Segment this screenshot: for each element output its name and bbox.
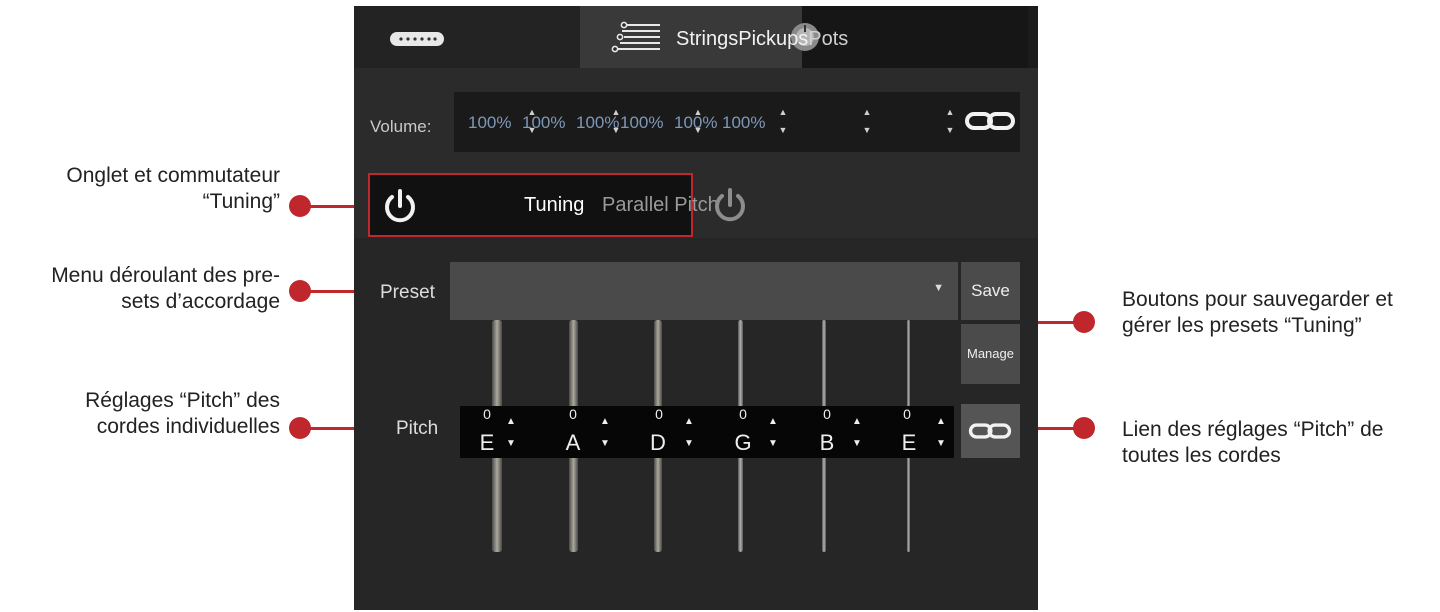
annotation-pitch-link: Lien des réglages “Pitch” de toutes les …	[1122, 417, 1384, 469]
annotation-pitch-settings: Réglages “Pitch” des cordes individuelle…	[85, 388, 280, 440]
volume-spinner[interactable]: ▲ ▼	[693, 108, 703, 135]
annotation-line: cordes individuelles	[96, 415, 280, 438]
annotation-preset-buttons: Boutons pour sauvegarder et gérer les pr…	[1122, 287, 1393, 339]
preset-label: Preset	[380, 282, 435, 303]
pitch-note: G	[734, 430, 752, 455]
chain-link-icon	[968, 423, 1012, 439]
chain-link-icon[interactable]	[964, 110, 1016, 132]
annotation-line: Onglet et commutateur	[66, 164, 280, 187]
pitch-up-arrow[interactable]: ▲	[768, 416, 778, 427]
pitch-label: Pitch	[396, 418, 439, 439]
pickup-app-panel: StringsPickupsPots Volume: 100% 100% 100…	[354, 6, 1038, 610]
annotation-tuning-tab: Onglet et commutateur “Tuning”	[66, 163, 280, 215]
volume-spinner[interactable]: ▲ ▼	[945, 108, 955, 135]
power-icon[interactable]	[380, 187, 420, 227]
pitch-value[interactable]: 0	[900, 406, 914, 422]
pitch-link-button[interactable]	[961, 404, 1020, 458]
volume-value[interactable]: 100%	[722, 113, 765, 133]
annotation-line: Réglages “Pitch” des	[85, 389, 280, 412]
pitch-value[interactable]: 0	[480, 406, 494, 422]
dropdown-arrow-icon: ▼	[933, 282, 944, 294]
pitch-value[interactable]: 0	[652, 406, 666, 422]
pitch-up-arrow[interactable]: ▲	[852, 416, 862, 427]
volume-label: Volume:	[370, 117, 432, 136]
volume-spinner[interactable]: ▲ ▼	[778, 108, 788, 135]
strings-icon	[611, 21, 660, 53]
pitch-down-arrow[interactable]: ▼	[506, 438, 516, 449]
pitch-down-arrow[interactable]: ▼	[852, 438, 862, 449]
annotation-preset-menu: Menu déroulant des pre- sets d’accordage	[51, 263, 280, 315]
save-button[interactable]: Save	[961, 262, 1020, 320]
volume-spinner[interactable]: ▲ ▼	[862, 108, 872, 135]
pitch-up-arrow[interactable]: ▲	[936, 416, 946, 427]
tab-pots-label[interactable]: Pots	[808, 28, 848, 50]
tab-pickups[interactable]	[354, 6, 580, 68]
pitch-value[interactable]: 0	[736, 406, 750, 422]
pitch-down-arrow[interactable]: ▼	[768, 438, 778, 449]
tab-parallel-pitch-label[interactable]: Parallel Pitch	[602, 194, 719, 217]
annotation-line: gérer les presets “Tuning”	[1122, 314, 1362, 337]
pickup-icon	[390, 32, 444, 46]
pitch-up-arrow[interactable]: ▲	[600, 416, 610, 427]
pitch-value[interactable]: 0	[566, 406, 580, 422]
volume-value[interactable]: 100%	[620, 113, 663, 133]
volume-value[interactable]: 100%	[468, 113, 511, 133]
pitch-note: B	[819, 430, 835, 455]
pitch-down-arrow[interactable]: ▼	[936, 438, 946, 449]
pitch-value[interactable]: 0	[820, 406, 834, 422]
annotation-line: “Tuning”	[202, 190, 280, 213]
annotation-line: sets d’accordage	[121, 290, 280, 313]
annotation-line: Lien des réglages “Pitch” de	[1122, 418, 1384, 441]
pitch-note: A	[565, 430, 581, 455]
pitch-note: E	[901, 430, 917, 455]
pitch-up-arrow[interactable]: ▲	[684, 416, 694, 427]
pitch-down-arrow[interactable]: ▼	[684, 438, 694, 449]
volume-spinner[interactable]: ▲ ▼	[611, 108, 621, 135]
annotation-line: Boutons pour sauvegarder et	[1122, 288, 1393, 311]
tab-tuning-label[interactable]: Tuning	[524, 194, 584, 217]
pitch-note: E	[479, 430, 495, 455]
pitch-controls	[460, 406, 954, 458]
preset-dropdown[interactable]: ▼	[450, 262, 958, 320]
volume-spinner[interactable]: ▲ ▼	[527, 108, 537, 135]
annotation-line: toutes les cordes	[1122, 444, 1281, 467]
power-icon[interactable]	[710, 186, 750, 226]
pitch-down-arrow[interactable]: ▼	[600, 438, 610, 449]
tab-strings-label[interactable]: Strings	[676, 28, 738, 50]
tab-labels: StringsPickupsPots	[676, 28, 848, 51]
pitch-up-arrow[interactable]: ▲	[506, 416, 516, 427]
tab-pickups-label[interactable]: Pickups	[738, 28, 808, 50]
pitch-note: D	[650, 430, 666, 455]
annotation-line: Menu déroulant des pre-	[51, 264, 280, 287]
manage-button[interactable]: Manage	[961, 324, 1020, 384]
